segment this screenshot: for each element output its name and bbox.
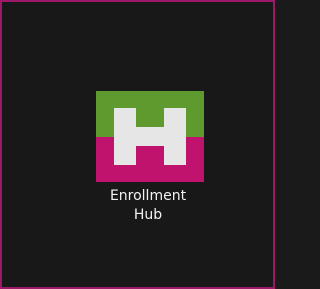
window-frame: Enrollment Hub <box>0 0 275 289</box>
desktop: Enrollment Hub <box>2 2 273 287</box>
app-label-line2: Hub <box>133 207 163 223</box>
app-label-line1: Enrollment <box>109 188 187 204</box>
app-label: Enrollment Hub <box>81 187 215 225</box>
enrollment-hub-logo-icon <box>96 91 204 182</box>
enrollment-hub-shortcut[interactable]: Enrollment Hub <box>81 91 215 247</box>
